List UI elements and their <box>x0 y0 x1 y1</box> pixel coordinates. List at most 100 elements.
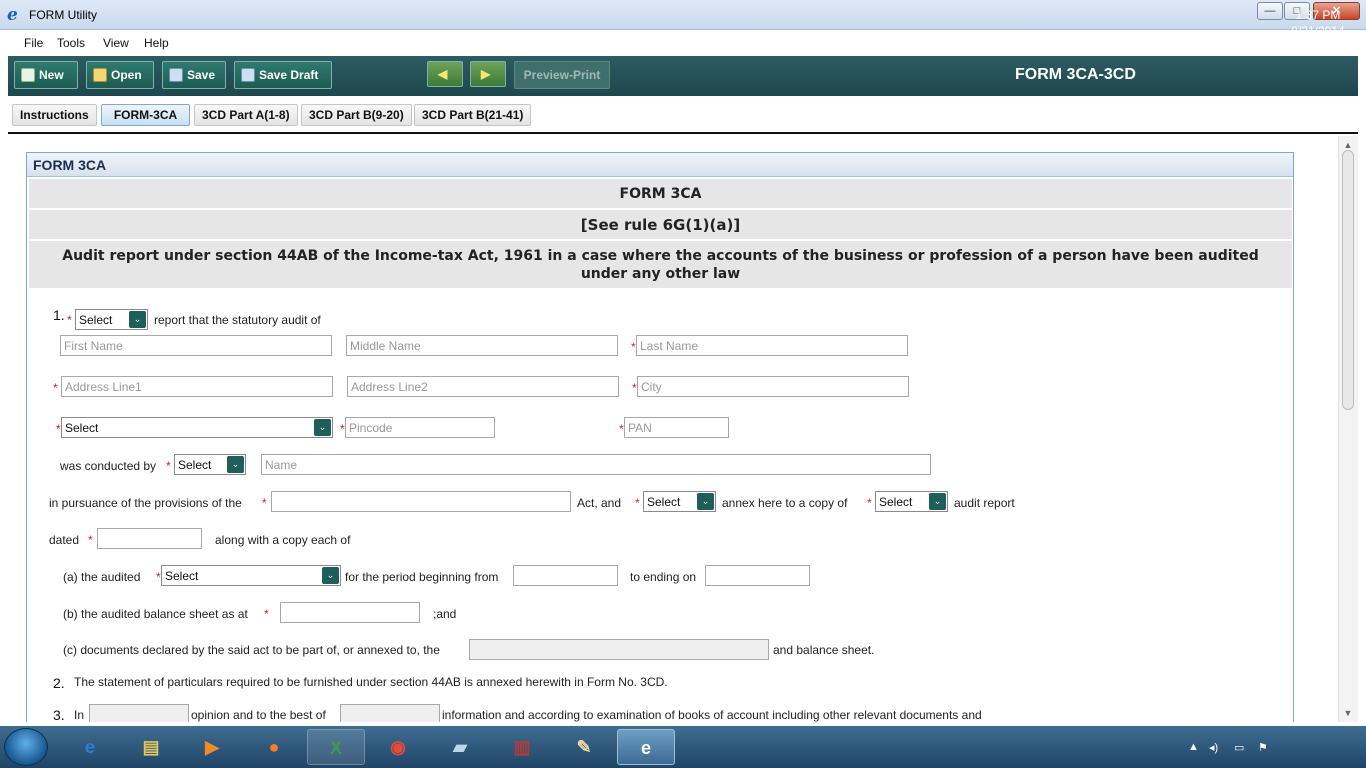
dated-label: dated <box>49 533 80 547</box>
item-3-number: 3. <box>53 707 65 722</box>
opinion-label: opinion and to the best of <box>191 708 326 722</box>
auditor-type-select[interactable]: Select ⌄ <box>75 309 148 330</box>
last-name-input[interactable]: Last Name <box>636 335 908 356</box>
conductor-name-input[interactable]: Name <box>261 454 931 475</box>
paint-icon[interactable]: ✎ <box>555 729 613 765</box>
address-line1-input[interactable]: Address Line1 <box>61 376 333 397</box>
chevron-down-icon: ⌄ <box>314 419 331 436</box>
state-select[interactable]: Select ⌄ <box>61 417 333 438</box>
period-start-input[interactable] <box>513 565 618 586</box>
scroll-down-icon[interactable]: ▼ <box>1342 708 1354 720</box>
audited-label: (a) the audited <box>63 570 141 584</box>
save-button[interactable]: Save <box>162 61 226 89</box>
required-marker: * <box>67 313 72 327</box>
chevron-down-icon: ⌄ <box>929 493 946 510</box>
and-label: ;and <box>433 607 457 621</box>
middle-name-input[interactable]: Middle Name <box>346 335 618 356</box>
required-marker: * <box>88 533 93 547</box>
city-input[interactable]: City <box>637 376 909 397</box>
balance-sheet-text: and balance sheet. <box>773 643 875 657</box>
first-name-input[interactable]: First Name <box>60 335 332 356</box>
arrow-right-icon: ▶ <box>481 67 491 81</box>
conducted-by-label: was conducted by <box>60 459 157 473</box>
chevron-down-icon: ⌄ <box>227 456 244 473</box>
folder-icon <box>93 68 107 82</box>
tab-3cd-part-a[interactable]: 3CD Part A(1-8) <box>194 104 298 126</box>
period-end-input[interactable] <box>705 565 810 586</box>
information-input <box>340 704 440 722</box>
annex-select[interactable]: Select ⌄ <box>643 491 716 512</box>
internet-explorer-icon[interactable]: e <box>61 729 119 765</box>
floppy-icon <box>169 68 183 82</box>
form-heading: FORM 3CA-3CD <box>1015 66 1136 83</box>
tab-bar: Instructions FORM-3CA 3CD Part A(1-8) 3C… <box>8 96 1358 134</box>
tab-3cd-part-b-21-41[interactable]: 3CD Part B(21-41) <box>414 104 532 126</box>
menu-tools[interactable]: Tools <box>57 36 85 50</box>
documents-input <box>469 639 769 660</box>
clock-time[interactable]: 1:37 PM <box>1293 8 1343 22</box>
show-hidden-icons-icon[interactable]: ▲ <box>1188 741 1199 753</box>
address-line2-input[interactable]: Address Line2 <box>347 376 619 397</box>
dated-input[interactable] <box>97 528 202 549</box>
period-beginning-label: for the period beginning from <box>345 570 499 584</box>
new-button[interactable]: New <box>14 61 78 89</box>
pincode-input[interactable]: Pincode <box>345 417 495 438</box>
required-marker: * <box>340 422 345 436</box>
panel-title: FORM 3CA <box>33 157 107 173</box>
tab-form-3ca[interactable]: FORM-3CA <box>101 104 190 126</box>
report-text: report that the statutory audit of <box>154 313 321 327</box>
chevron-down-icon: ⌄ <box>322 567 339 584</box>
firefox-icon[interactable]: ● <box>245 729 303 765</box>
save-draft-button[interactable]: Save Draft <box>234 61 332 89</box>
menu-view[interactable]: View <box>103 36 129 50</box>
network-icon[interactable]: ▭ <box>1234 741 1244 754</box>
app-logo-icon: e <box>7 5 18 25</box>
rule-reference: [See rule 6G(1)(a)] <box>29 210 1292 240</box>
to-ending-label: to ending on <box>630 570 697 584</box>
open-button[interactable]: Open <box>86 61 154 89</box>
menu-bar <box>8 30 1358 56</box>
conducted-by-select[interactable]: Select ⌄ <box>174 454 246 475</box>
audit-report-select[interactable]: Select ⌄ <box>875 491 948 512</box>
balance-sheet-date-input[interactable] <box>280 602 420 623</box>
audit-description: Audit report under section 44AB of the I… <box>29 241 1292 289</box>
audited-document-select[interactable]: Select ⌄ <box>161 565 341 586</box>
chevron-down-icon: ⌄ <box>697 493 714 510</box>
volume-icon[interactable]: ◂) <box>1209 741 1218 754</box>
required-marker: * <box>53 381 58 395</box>
clock-date[interactable]: 8/21/2014 <box>1285 24 1351 38</box>
balance-sheet-label: (b) the audited balance sheet as at <box>63 607 248 621</box>
menu-help[interactable]: Help <box>144 36 169 50</box>
required-marker: * <box>264 607 269 621</box>
excel-icon[interactable]: X <box>307 729 365 765</box>
menu-file[interactable]: File <box>24 36 43 50</box>
next-button[interactable]: ▶ <box>470 61 506 87</box>
chrome-icon[interactable]: ◉ <box>369 729 427 765</box>
minimize-button[interactable]: — <box>1257 2 1283 20</box>
scroll-thumb[interactable] <box>1342 150 1354 410</box>
winrar-icon[interactable]: ▥ <box>493 729 551 765</box>
action-center-icon[interactable]: ⚑ <box>1258 741 1268 754</box>
item-2-number: 2. <box>53 675 65 691</box>
notes-app-icon[interactable]: ▰ <box>431 729 489 765</box>
tab-3cd-part-b-9-20[interactable]: 3CD Part B(9-20) <box>301 104 412 126</box>
window-title: FORM Utility <box>29 8 97 22</box>
file-explorer-icon[interactable]: ▤ <box>122 729 180 765</box>
preview-print-button[interactable]: Preview-Print <box>514 61 610 89</box>
required-marker: * <box>632 381 637 395</box>
start-button[interactable] <box>4 728 48 766</box>
audit-report-label: audit report <box>954 496 1015 510</box>
pursuance-label: in pursuance of the provisions of the <box>49 496 242 510</box>
form-content: FORM 3CA FORM 3CA [See rule 6G(1)(a)] Au… <box>8 136 1338 722</box>
previous-button[interactable]: ◀ <box>427 61 463 87</box>
required-marker: * <box>156 570 161 584</box>
required-marker: * <box>631 340 636 354</box>
pan-input[interactable]: PAN <box>624 417 729 438</box>
media-player-icon[interactable]: ▶ <box>183 729 241 765</box>
form-title: FORM 3CA <box>29 179 1292 209</box>
tab-instructions[interactable]: Instructions <box>12 104 97 126</box>
required-marker: * <box>262 496 267 510</box>
act-name-input[interactable] <box>271 491 571 512</box>
new-doc-icon <box>21 68 35 82</box>
form-utility-taskbar-icon[interactable]: e <box>617 729 675 765</box>
